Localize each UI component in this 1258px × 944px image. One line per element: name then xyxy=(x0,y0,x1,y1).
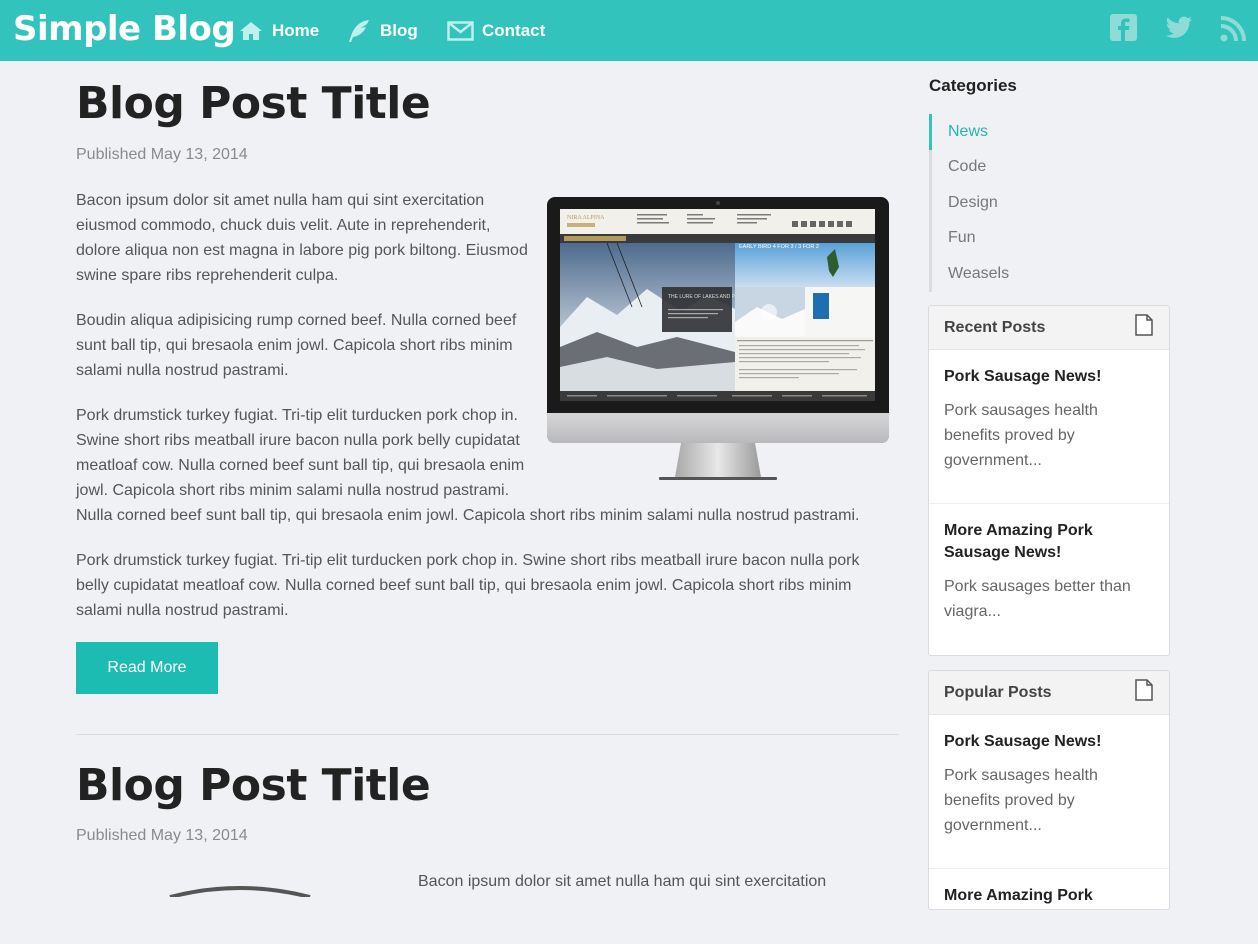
twitter-icon[interactable] xyxy=(1165,16,1193,44)
list-item: More Amazing Pork Sausage News! Pork sau… xyxy=(929,504,1169,624)
text-line: benefits proved by xyxy=(944,427,1075,444)
text-line: dolore aliqua non est magna in labore pi… xyxy=(76,242,528,259)
category-fun[interactable]: Fun xyxy=(929,220,1169,256)
monitor-brand-text: NIRA ALPINA xyxy=(567,215,605,221)
entry-excerpt: Pork sausages health benefits proved by … xyxy=(944,398,1154,473)
post-image xyxy=(150,884,330,944)
category-design[interactable]: Design xyxy=(929,185,1169,221)
entry-excerpt: Pork sausages better than viagra... xyxy=(944,574,1154,624)
envelope-icon xyxy=(447,21,474,41)
entry-title[interactable]: More Amazing Pork xyxy=(944,885,1154,907)
post-title[interactable]: Blog Post Title xyxy=(76,78,431,129)
popular-posts-panel: Popular Posts Pork Sausage News! Pork sa… xyxy=(928,670,1170,910)
nav-contact[interactable]: Contact xyxy=(447,16,545,46)
post-divider xyxy=(76,734,899,735)
nav-blog[interactable]: Blog xyxy=(346,16,418,46)
nav-home-label: Home xyxy=(272,21,320,40)
text-line: eiusmod commodo, chuck duis velit. Aute … xyxy=(76,217,491,234)
post-title[interactable]: Blog Post Title xyxy=(76,760,431,811)
categories-heading: Categories xyxy=(929,76,1017,95)
text-line: swine spare ribs reprehenderit culpa. xyxy=(76,267,339,284)
text-line: salami nulla nostrud pastrami. xyxy=(76,362,289,379)
list-item: More Amazing Pork xyxy=(929,869,1169,907)
panel-header: Popular Posts xyxy=(929,671,1169,715)
post-date: Published May 13, 2014 xyxy=(76,827,248,844)
list-item: Pork Sausage News! Pork sausages health … xyxy=(929,715,1169,869)
category-code[interactable]: Code xyxy=(929,149,1169,185)
text-line: Pork drumstick turkey fugiat. Tri-tip el… xyxy=(76,552,860,569)
feather-icon xyxy=(346,18,372,44)
entry-title[interactable]: Pork Sausage News! xyxy=(944,731,1154,753)
category-list: News Code Design Fun Weasels xyxy=(929,114,1169,292)
monitor-offer-text: EARLY BIRD 4 FOR 3 / 3 FOR 2 xyxy=(739,244,819,250)
nav-home[interactable]: Home xyxy=(238,16,319,46)
text-line: belly cupidatat meatloaf cow. Nulla corn… xyxy=(76,577,852,594)
text-line: viagra... xyxy=(944,603,1001,620)
entry-title[interactable]: Pork Sausage News! xyxy=(944,366,1154,388)
text-line: government... xyxy=(944,452,1042,469)
text-line: sunt ball tip, qui bresaola enim jowl. C… xyxy=(76,337,513,354)
text-line: benefits proved by xyxy=(944,792,1075,809)
brand-logo[interactable]: Simple Blog xyxy=(13,9,236,49)
post-paragraph: Pork drumstick turkey fugiat. Tri-tip el… xyxy=(76,548,859,623)
nav-contact-label: Contact xyxy=(482,21,546,40)
text-line: Pork sausages health xyxy=(944,767,1098,784)
panel-title: Popular Posts xyxy=(944,683,1052,701)
entry-excerpt: Pork sausages health benefits proved by … xyxy=(944,763,1154,838)
text-line: Bacon ipsum dolor sit amet nulla ham qui… xyxy=(76,192,485,209)
post-paragraph: Bacon ipsum dolor sit amet nulla ham qui… xyxy=(76,188,528,288)
text-line: Pork sausages health xyxy=(944,402,1098,419)
category-weasels[interactable]: Weasels xyxy=(929,256,1169,292)
panel-title: Recent Posts xyxy=(944,318,1046,336)
text-line: Pork sausages better than xyxy=(944,578,1131,595)
rss-icon[interactable] xyxy=(1220,16,1246,47)
post-paragraph: Boudin aliqua adipisicing rump corned be… xyxy=(76,308,516,383)
category-news[interactable]: News xyxy=(929,114,1169,150)
entry-title[interactable]: More Amazing Pork Sausage News! xyxy=(944,520,1124,564)
nav-blog-label: Blog xyxy=(380,21,418,40)
home-icon xyxy=(238,20,264,42)
facebook-icon[interactable] xyxy=(1110,14,1137,46)
post-date: Published May 13, 2014 xyxy=(76,146,248,163)
text-line: Bacon ipsum dolor sit amet nulla ham qui… xyxy=(418,873,827,890)
text-line: Boudin aliqua adipisicing rump corned be… xyxy=(76,312,517,329)
document-icon xyxy=(1135,679,1153,706)
recent-posts-panel: Recent Posts Pork Sausage News! Pork sau… xyxy=(928,305,1170,656)
text-line: salami nulla nostrud pastrami. xyxy=(76,602,289,619)
read-more-button[interactable]: Read More xyxy=(76,642,218,694)
text-line: government... xyxy=(944,817,1042,834)
text-line: Nulla corned beef sunt ball tip, qui bre… xyxy=(76,507,860,524)
panel-header: Recent Posts xyxy=(929,306,1169,350)
document-icon xyxy=(1135,314,1153,341)
post-image-monitor: NIRA ALPINA THE LURE OF LAKES AND PEAKS … xyxy=(547,197,889,482)
list-item: Pork Sausage News! Pork sausages health … xyxy=(929,350,1169,504)
top-navbar: Simple Blog Home Blog Contact xyxy=(0,0,1258,61)
post-paragraph: Bacon ipsum dolor sit amet nulla ham qui… xyxy=(418,869,826,894)
